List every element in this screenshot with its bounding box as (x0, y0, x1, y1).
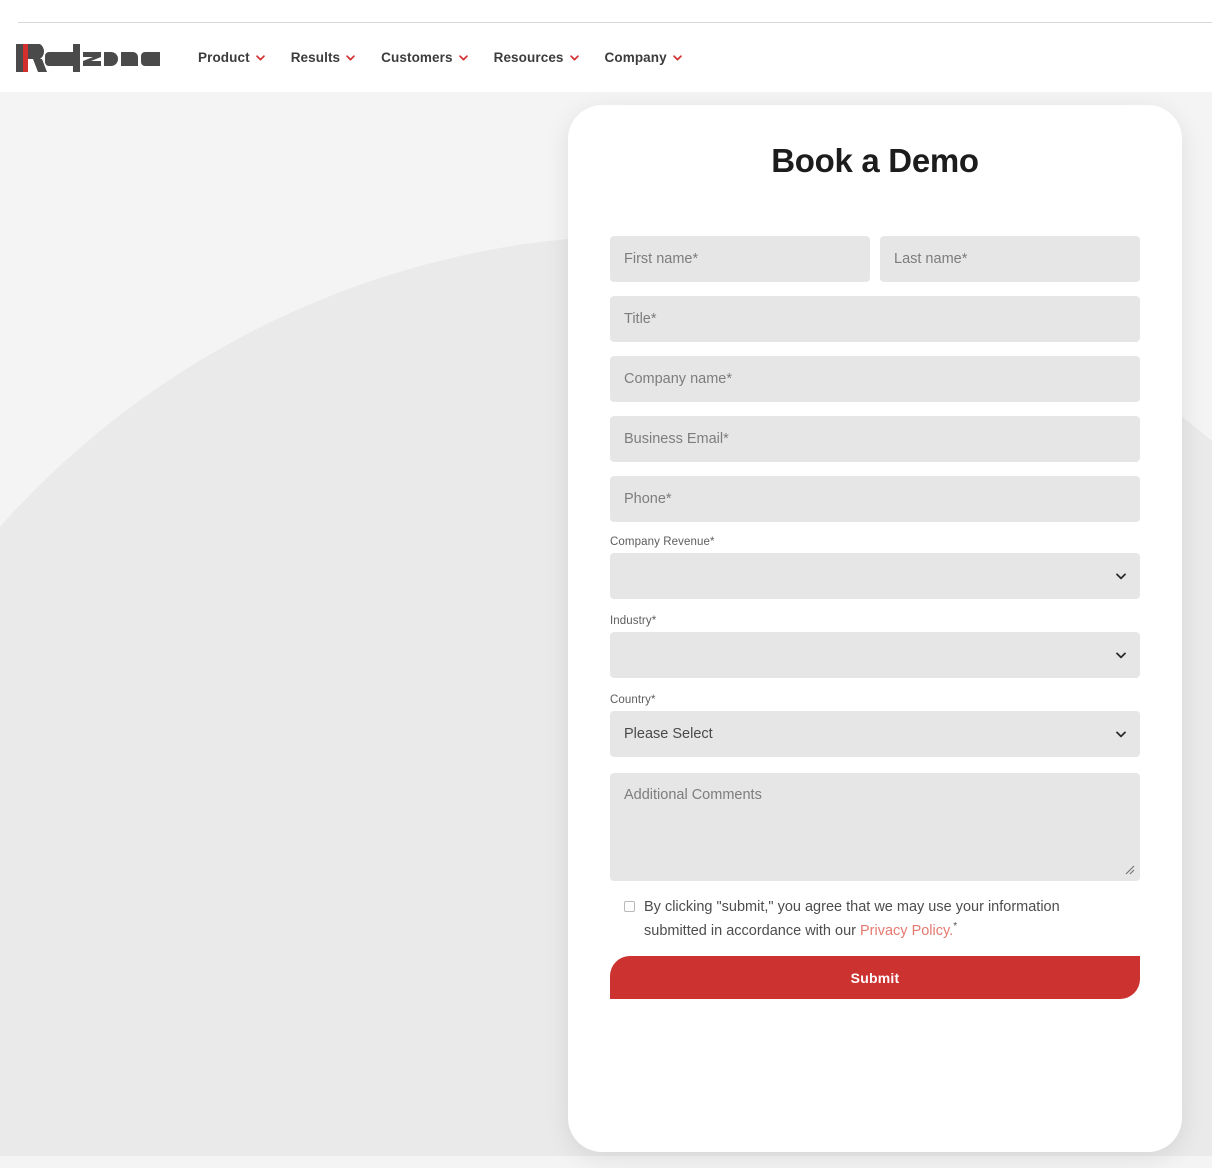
nav-item-results[interactable]: Results (291, 50, 355, 65)
company-revenue-field-block: Company Revenue* (610, 536, 1140, 599)
last-name-input[interactable] (880, 236, 1140, 282)
main-nav: Product Results Customers Resources Comp (198, 50, 682, 65)
company-name-input[interactable] (610, 356, 1140, 402)
company-revenue-select-wrap (610, 553, 1140, 599)
consent-text: By clicking "submit," you agree that we … (644, 897, 1064, 942)
privacy-policy-link[interactable]: Privacy Policy. (860, 923, 953, 939)
redzone-logo (16, 43, 160, 72)
industry-field-block: Industry* (610, 615, 1140, 678)
nav-item-label: Product (198, 50, 250, 65)
logo-link[interactable] (16, 41, 168, 75)
business-email-input[interactable] (610, 416, 1140, 462)
title-field-block (610, 296, 1140, 342)
country-select-wrap: Please Select (610, 711, 1140, 757)
submit-button[interactable]: Submit (610, 956, 1140, 1000)
consent-checkbox[interactable] (624, 901, 635, 912)
nav-item-label: Customers (381, 50, 453, 65)
nav-item-company[interactable]: Company (605, 50, 682, 65)
nav-item-customers[interactable]: Customers (381, 50, 468, 65)
chevron-down-icon (458, 54, 468, 60)
phone-input[interactable] (610, 476, 1140, 522)
consent-required-mark: * (953, 920, 958, 932)
nav-item-product[interactable]: Product (198, 50, 265, 65)
business-email-field-block (610, 416, 1140, 462)
nav-item-label: Resources (493, 50, 564, 65)
chevron-down-icon (346, 54, 355, 60)
nav-item-label: Results (290, 50, 341, 65)
demo-request-form: Company Revenue* Industry* Country* P (610, 236, 1140, 1000)
chevron-down-icon (569, 54, 579, 60)
name-row (610, 236, 1140, 282)
phone-field-block (610, 476, 1140, 522)
first-name-input[interactable] (610, 236, 870, 282)
page-bottom-strip (0, 1156, 1212, 1168)
country-field-block: Country* Please Select (610, 694, 1140, 757)
nav-item-resources[interactable]: Resources (494, 50, 579, 65)
chevron-down-icon (255, 54, 265, 60)
title-input[interactable] (610, 296, 1140, 342)
company-revenue-label: Company Revenue* (610, 536, 715, 548)
additional-comments-textarea[interactable] (610, 773, 1140, 881)
page-title: Book a Demo (771, 142, 979, 179)
book-a-demo-card: Book a Demo Company Revenue* (568, 105, 1182, 1152)
country-label: Country* (610, 694, 656, 706)
site-header: Product Results Customers Resources Comp (0, 23, 1212, 92)
industry-select-wrap (610, 632, 1140, 678)
industry-label: Industry* (610, 615, 657, 627)
industry-select[interactable] (610, 632, 1140, 678)
company-name-field-block (610, 356, 1140, 402)
consent-row: By clicking "submit," you agree that we … (610, 897, 1140, 942)
comments-field-block (610, 773, 1140, 881)
country-select[interactable]: Please Select (610, 711, 1140, 757)
consent-text-before: By clicking "submit," you agree that we … (644, 899, 1060, 939)
company-revenue-select[interactable] (610, 553, 1140, 599)
chevron-down-icon (672, 54, 682, 60)
nav-item-label: Company (604, 50, 667, 65)
